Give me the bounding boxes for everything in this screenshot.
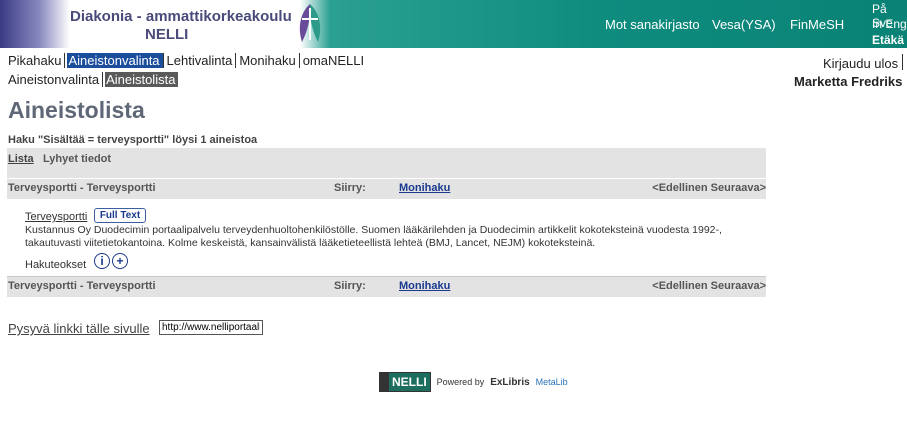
page-title: Aineistolista: [8, 97, 145, 123]
nav-mot-sanakirjasto[interactable]: Mot sanakirjasto: [605, 17, 700, 32]
permalink-field[interactable]: [159, 320, 263, 335]
resource-title-link[interactable]: Terveysportti: [25, 211, 87, 223]
divider: [902, 54, 903, 70]
tab-lehtivalinta[interactable]: Lehtivalinta: [166, 53, 237, 68]
permalink-label: Pysyvä linkki tälle sivulle: [8, 321, 150, 336]
tab-monihaku[interactable]: Monihaku: [238, 53, 300, 68]
sub-tabs: Aineistonvalinta Aineistolista: [7, 72, 180, 87]
result-nav-bottom: Terveysportti - Terveysportti Siirry: Mo…: [7, 276, 766, 297]
main-tabs: Pikahaku Aineistonvalinta Lehtivalinta M…: [7, 53, 369, 68]
tab-omanelli[interactable]: omaNELLI: [302, 53, 367, 68]
brand-name: Diakonia - ammattikorkeakoulu: [70, 8, 292, 25]
view-list-link[interactable]: Lista: [8, 153, 34, 165]
metalib-logo: MetaLib: [535, 377, 568, 387]
info-icon[interactable]: i: [94, 253, 110, 269]
subtab-aineistolista[interactable]: Aineistolista: [105, 72, 179, 87]
nelli-logo: NELLI: [379, 372, 431, 392]
search-result-summary: Haku "Sisältää = terveysportti" löysi 1 …: [8, 134, 258, 146]
result-nav-top: Terveysportti - Terveysportti Siirry: Mo…: [7, 179, 766, 199]
tab-aineistonvalinta[interactable]: Aineistonvalinta: [67, 53, 164, 68]
user-name: Marketta Fredriks: [794, 74, 903, 89]
subtab-aineistonvalinta[interactable]: Aineistonvalinta: [7, 72, 104, 87]
brand-subtitle: NELLI: [145, 26, 189, 43]
pager[interactable]: <Edellinen Seuraava>: [652, 182, 766, 194]
remote-access-link[interactable]: Etäkä: [872, 33, 904, 47]
lang-english[interactable]: In Eng: [872, 17, 907, 31]
tab-pikahaku[interactable]: Pikahaku: [7, 53, 66, 68]
powered-by-text: Powered by: [436, 377, 485, 387]
diakonia-logo-icon: [299, 4, 321, 42]
jump-label: Siirry:: [334, 182, 366, 194]
db-category: Terveysportti - Terveysportti: [8, 280, 156, 292]
resource-description: Kustannus Oy Duodecimin portaalipalvelu …: [25, 224, 722, 249]
monihaku-link[interactable]: Monihaku: [399, 280, 450, 292]
view-brief-link[interactable]: Lyhyet tiedot: [43, 153, 111, 165]
nav-finmesh[interactable]: FinMeSH: [790, 17, 844, 32]
footer: NELLI Powered by ExLibris MetaLib: [379, 372, 568, 392]
view-bar: [7, 148, 766, 178]
pager[interactable]: <Edellinen Seuraava>: [652, 280, 766, 292]
exlibris-logo: ExLibris: [490, 376, 530, 388]
monihaku-link[interactable]: Monihaku: [399, 182, 450, 194]
add-icon[interactable]: +: [112, 253, 128, 269]
resource-category: Hakuteokset: [25, 259, 87, 271]
full-text-button[interactable]: Full Text: [94, 208, 146, 223]
nav-vesa-ysa[interactable]: Vesa(YSA): [712, 17, 776, 32]
logout-link[interactable]: Kirjaudu ulos: [823, 56, 898, 71]
jump-label: Siirry:: [334, 280, 366, 292]
db-category: Terveysportti - Terveysportti: [8, 182, 156, 194]
